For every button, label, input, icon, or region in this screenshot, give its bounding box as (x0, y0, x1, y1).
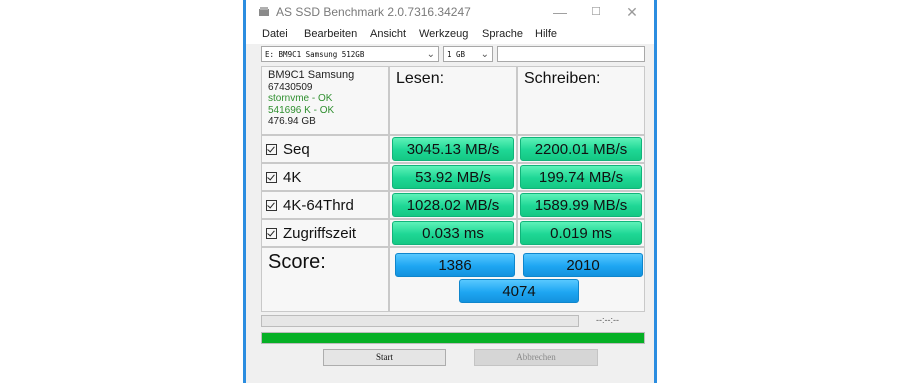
score-write: 2010 (523, 253, 643, 277)
drive-model: BM9C1 Samsung (268, 69, 355, 81)
menu-bar: Datei Bearbeiten Ansicht Werkzeug Sprach… (246, 24, 654, 44)
menu-hilfe[interactable]: Hilfe (535, 28, 557, 40)
result-4k-64thrd-write: 1589.99 MB/s (520, 193, 642, 217)
size-select-value: 1 GB (447, 50, 466, 59)
close-button[interactable]: ✕ (614, 1, 650, 23)
checkbox-4k[interactable] (266, 171, 277, 183)
test-row-4k-64thrd[interactable]: 4K-64Thrd (261, 191, 389, 219)
abort-button[interactable]: Abbrechen (474, 349, 598, 366)
drive-select[interactable]: E: BM9C1 Samsung 512GB ⌄ (261, 46, 439, 62)
test-progress-bar (261, 315, 579, 327)
menu-werkzeug[interactable]: Werkzeug (419, 28, 468, 40)
maximize-button[interactable]: ☐ (578, 1, 614, 23)
driver-status: stornvme - OK (268, 93, 333, 104)
checkbox-4k-64thrd[interactable] (266, 199, 277, 211)
result-seq-write: 2200.01 MB/s (520, 137, 642, 161)
score-read: 1386 (395, 253, 515, 277)
alignment-status: 541696 K - OK (268, 104, 335, 116)
as-ssd-window: AS SSD Benchmark 2.0.7316.34247 — ☐ ✕ Da… (243, 0, 657, 383)
overall-progress-fill (262, 333, 644, 343)
window-title: AS SSD Benchmark 2.0.7316.34247 (276, 5, 471, 19)
chevron-down-icon: ⌄ (480, 49, 489, 60)
drive-info-panel: BM9C1 Samsung 67430509 stornvme - OK 541… (261, 66, 389, 135)
search-input[interactable] (497, 46, 645, 62)
score-label: Score: (261, 247, 389, 312)
result-4k-64thrd-read: 1028.02 MB/s (392, 193, 514, 217)
size-select[interactable]: 1 GB ⌄ (443, 46, 493, 62)
menu-datei[interactable]: Datei (262, 28, 288, 40)
result-zugriffszeit-write: 0.019 ms (520, 221, 642, 245)
results-grid: BM9C1 Samsung 67430509 stornvme - OK 541… (261, 66, 645, 312)
checkbox-zugriffszeit[interactable] (266, 227, 277, 239)
menu-ansicht[interactable]: Ansicht (370, 28, 406, 40)
test-label-seq: Seq (283, 140, 310, 158)
test-row-4k[interactable]: 4K (261, 163, 389, 191)
read-header: Lesen: (389, 66, 517, 135)
title-bar: AS SSD Benchmark 2.0.7316.34247 — ☐ ✕ (246, 0, 654, 24)
chevron-down-icon: ⌄ (426, 49, 435, 60)
drive-capacity: 476.94 GB (268, 116, 316, 127)
test-row-seq[interactable]: Seq (261, 135, 389, 163)
elapsed-time: --:--:-- (596, 315, 619, 325)
menu-sprache[interactable]: Sprache (482, 28, 523, 40)
start-button[interactable]: Start (323, 349, 446, 366)
result-4k-read: 53.92 MB/s (392, 165, 514, 189)
checkbox-seq[interactable] (266, 143, 277, 155)
test-row-zugriffszeit[interactable]: Zugriffszeit (261, 219, 389, 247)
app-disk-icon (259, 7, 269, 16)
test-label-zugriffszeit: Zugriffszeit (283, 224, 357, 242)
drive-serial: 67430509 (268, 81, 313, 93)
score-total: 4074 (459, 279, 579, 303)
test-label-4k-64thrd: 4K-64Thrd (283, 196, 354, 214)
result-zugriffszeit-read: 0.033 ms (392, 221, 514, 245)
minimize-button[interactable]: — (542, 1, 578, 23)
drive-select-value: E: BM9C1 Samsung 512GB (265, 50, 365, 59)
overall-progress-bar (261, 332, 645, 344)
test-label-4k: 4K (283, 168, 302, 186)
write-header: Schreiben: (517, 66, 645, 135)
result-4k-write: 199.74 MB/s (520, 165, 642, 189)
menu-bearbeiten[interactable]: Bearbeiten (304, 28, 357, 40)
result-seq-read: 3045.13 MB/s (392, 137, 514, 161)
toolbar: E: BM9C1 Samsung 512GB ⌄ 1 GB ⌄ (246, 46, 654, 66)
